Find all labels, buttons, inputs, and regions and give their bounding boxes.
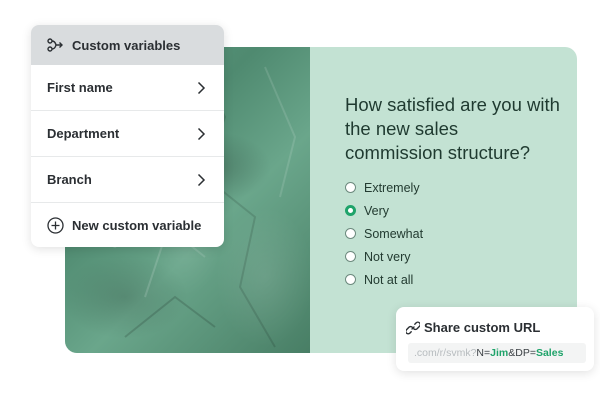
answer-options: Extremely Very Somewhat Not very Not at … bbox=[345, 176, 423, 291]
custom-variables-panel: Custom variables First name Department B… bbox=[31, 25, 224, 247]
variable-item-branch[interactable]: Branch bbox=[31, 157, 224, 203]
new-custom-variable-label: New custom variable bbox=[72, 218, 202, 233]
option-label: Very bbox=[364, 203, 390, 218]
url-param-key: N= bbox=[476, 347, 491, 359]
link-icon bbox=[406, 321, 420, 335]
chevron-right-icon bbox=[197, 127, 206, 141]
radio-button[interactable] bbox=[345, 274, 356, 285]
option-very[interactable]: Very bbox=[345, 199, 423, 222]
new-custom-variable-button[interactable]: New custom variable bbox=[31, 203, 224, 247]
custom-variables-header[interactable]: Custom variables bbox=[31, 25, 224, 65]
url-prefix: .com/r/svmk? bbox=[414, 347, 477, 359]
option-label: Not at all bbox=[364, 272, 414, 287]
share-url-title-label: Share custom URL bbox=[424, 320, 541, 335]
url-param-value: Jim bbox=[490, 347, 509, 359]
share-url-panel: Share custom URL .com/r/svmk? N= Jim &DP= Sa… bbox=[396, 307, 594, 371]
option-extremely[interactable]: Extremely bbox=[345, 176, 423, 199]
variable-label: First name bbox=[47, 80, 113, 95]
variable-label: Department bbox=[47, 126, 120, 141]
radio-button-selected[interactable] bbox=[345, 205, 356, 216]
option-not-at-all[interactable]: Not at all bbox=[345, 268, 423, 291]
variable-item-department[interactable]: Department bbox=[31, 111, 224, 157]
radio-button[interactable] bbox=[345, 228, 356, 239]
radio-button[interactable] bbox=[345, 251, 356, 262]
variable-item-first-name[interactable]: First name bbox=[31, 65, 224, 111]
stage: How satisfied are you with the new sales… bbox=[0, 0, 600, 400]
radio-button[interactable] bbox=[345, 182, 356, 193]
chevron-right-icon bbox=[197, 81, 206, 95]
option-somewhat[interactable]: Somewhat bbox=[345, 222, 423, 245]
option-label: Not very bbox=[364, 249, 411, 264]
url-param-value: Sales bbox=[535, 347, 564, 359]
plus-circle-icon bbox=[47, 217, 64, 234]
option-not-very[interactable]: Not very bbox=[345, 245, 423, 268]
option-label: Extremely bbox=[364, 180, 420, 195]
custom-url-field[interactable]: .com/r/svmk? N= Jim &DP= Sales bbox=[408, 343, 586, 363]
variable-label: Branch bbox=[47, 172, 92, 187]
branch-icon bbox=[47, 38, 63, 52]
survey-question: How satisfied are you with the new sales… bbox=[345, 94, 560, 163]
option-label: Somewhat bbox=[364, 226, 424, 241]
url-param-separator: &DP= bbox=[508, 347, 536, 359]
chevron-right-icon bbox=[197, 173, 206, 187]
custom-variables-title: Custom variables bbox=[72, 37, 181, 53]
share-url-title: Share custom URL bbox=[406, 320, 540, 335]
